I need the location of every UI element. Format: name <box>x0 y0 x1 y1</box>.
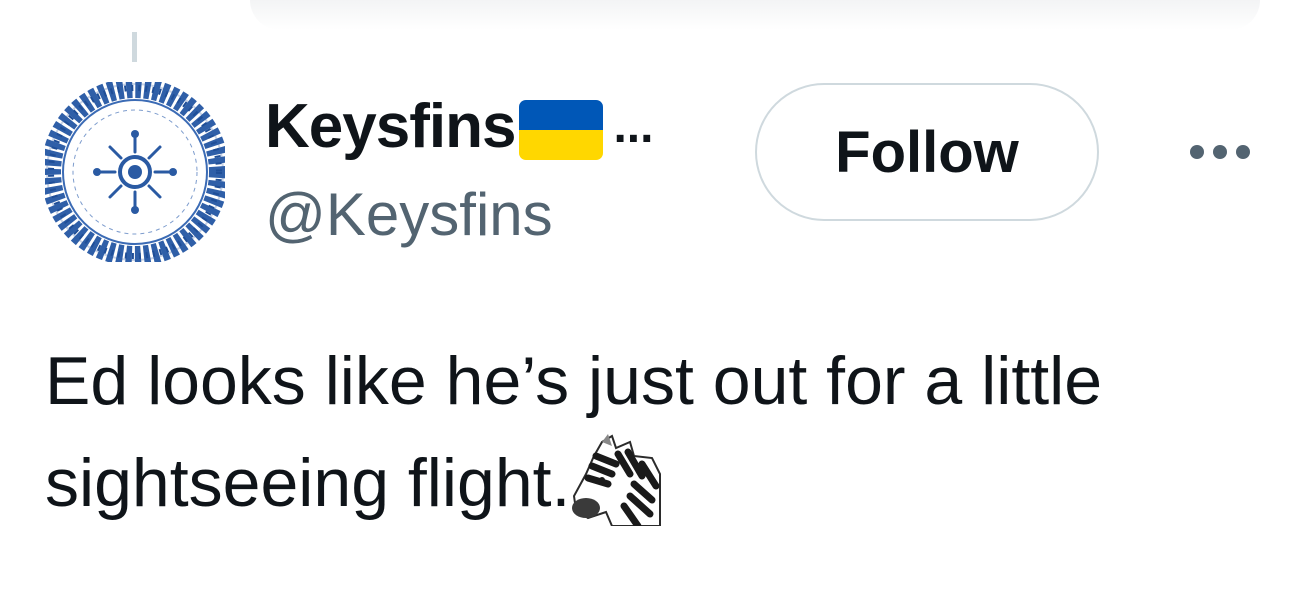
author-handle[interactable]: @Keysfins <box>265 180 553 250</box>
more-dot <box>1213 145 1227 159</box>
avatar[interactable] <box>45 82 225 262</box>
more-dot <box>1236 145 1250 159</box>
follow-button[interactable]: Follow <box>755 83 1099 221</box>
previous-tweet-edge <box>250 0 1260 30</box>
thread-connector-line <box>132 32 137 62</box>
tweet-text-line: Ed looks like he’s just out for a little <box>45 343 1103 419</box>
author-display-name[interactable]: Keysfins <box>265 92 516 162</box>
more-horizontal-icon <box>1190 145 1204 159</box>
author-name-row[interactable]: Keysfins ... <box>265 92 653 162</box>
tweet-text-line: sightseeing flight. <box>45 445 571 521</box>
porcelain-plate-icon <box>45 82 225 262</box>
tweet-text: Ed looks like he’s just out for a little… <box>45 330 1275 534</box>
ukraine-flag-icon <box>519 100 604 160</box>
zebra-emoji-icon <box>572 434 662 526</box>
more-options-button[interactable] <box>1180 130 1260 174</box>
tweet-text-line-2: sightseeing flight. <box>45 432 1275 534</box>
name-truncation-ellipsis: ... <box>613 100 654 153</box>
